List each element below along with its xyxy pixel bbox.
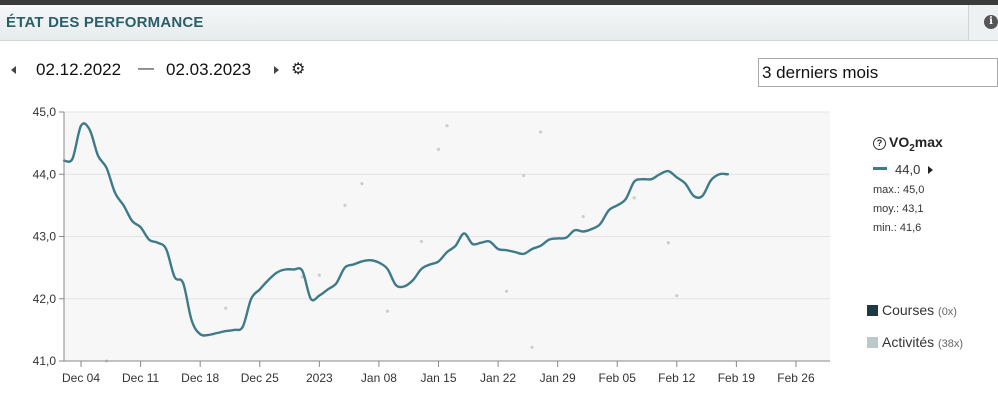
x-tick-label: Jan 22 [480,371,516,385]
x-tick-label: Feb 26 [777,371,815,385]
y-tick-label: 42,0 [33,292,57,306]
current-value-row[interactable]: 44,0 [873,162,943,177]
activity-point [317,273,321,277]
series-swatch-icon [873,166,887,170]
activity-point [436,147,441,151]
legend-courses[interactable]: Courses (0x) [867,302,957,318]
vo2max-chart: 41,042,043,044,045,0 Dec 04 Dec 11 Dec 18 D… [33,105,830,385]
y-tick-label: 44,0 [33,167,57,181]
x-tick-label: Dec 25 [241,371,279,385]
courses-label: Courses [882,302,935,318]
y-tick-label: 41,0 [33,354,57,368]
activities-swatch-icon [867,337,878,348]
activity-point [522,173,526,178]
activity-point [385,309,390,313]
x-tick-label: Jan 29 [540,371,576,385]
help-icon[interactable]: ? [873,137,886,150]
x-tick-label: Feb 05 [599,371,637,385]
x-axis-ticks: Dec 04 Dec 11 Dec 18 Dec 25 2023 Jan 08 Jan 15… [62,361,815,385]
y-tick-label: 43,0 [33,230,57,244]
x-tick-label: Dec 04 [62,371,100,385]
legend-activities[interactable]: Activités (38x) [867,334,963,350]
activity-point [632,196,636,200]
x-tick-label: Feb 12 [658,371,696,385]
x-tick-label: Dec 11 [122,371,159,385]
activity-point [581,214,585,219]
x-tick-label: Jan 08 [361,371,397,385]
x-tick-label: Feb 19 [718,371,756,385]
activity-point [530,345,534,349]
activity-point [445,124,449,128]
activities-label: Activités [882,334,935,350]
activity-point [343,203,347,207]
x-tick-label: Jan 15 [420,371,456,385]
stat-avg: moy.: 43,1 [873,202,924,215]
activity-point [360,181,364,186]
current-value: 44,0 [895,161,921,177]
x-tick-label: Dec 18 [181,371,219,385]
activities-count: (38x) [938,338,964,350]
activity-point [539,130,543,134]
stat-min: min.: 41,6 [873,221,922,234]
y-tick-label: 45,0 [33,105,57,119]
courses-count: (0x) [938,306,957,318]
activity-point [504,289,509,293]
activity-point [419,239,424,244]
y-axis-ticks: 41,0 42,0 43,0 44,0 45,0 [33,105,64,368]
activity-point [675,294,679,298]
metric-legend: ? VO2max 44,0 max.: 45,0 moy.: 43,1 min.:… [873,134,943,238]
metric-title: ? VO2max [873,134,943,154]
courses-swatch-icon [867,305,878,316]
activity-point [666,241,670,245]
expand-arrow-icon[interactable] [927,165,933,174]
activity-point [224,306,228,310]
stat-max: max.: 45,0 [873,183,925,196]
x-tick-label: 2023 [306,371,333,385]
